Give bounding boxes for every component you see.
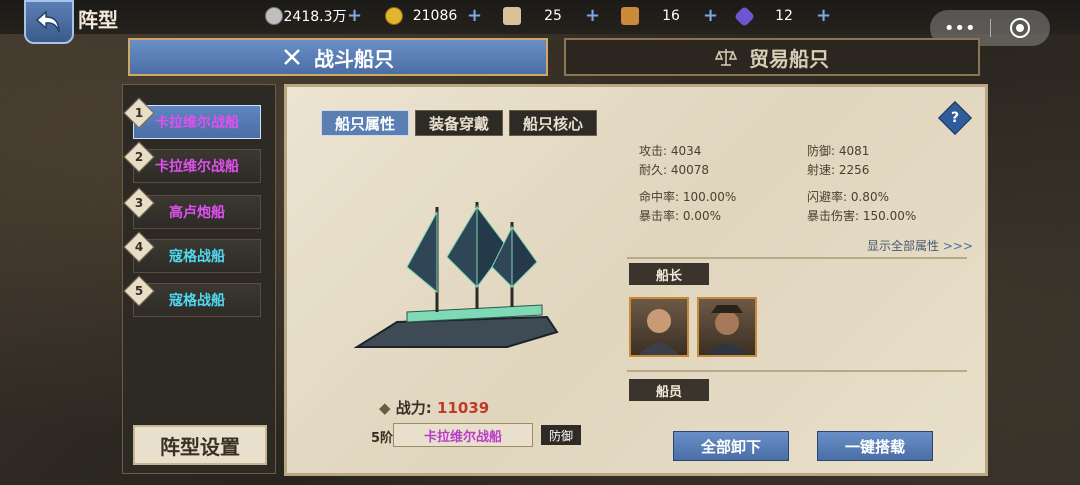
tab-equipment[interactable]: 装备穿戴 bbox=[415, 110, 503, 136]
tab-trade-ships[interactable]: 贸易船只 bbox=[564, 38, 980, 76]
ship-slot-label: 卡拉维尔战船 bbox=[155, 159, 239, 175]
power-value: 11039 bbox=[437, 399, 490, 417]
ship-slot-label: 寇格战船 bbox=[169, 293, 225, 309]
ship-slot-4[interactable]: 4 寇格战船 bbox=[123, 231, 261, 273]
slot-number-badge: 2 bbox=[123, 141, 155, 173]
ship-slot-5[interactable]: 5 寇格战船 bbox=[123, 275, 261, 317]
map-value: 16 bbox=[662, 8, 680, 24]
stat-crit-rate: 暴击率: 0.00% bbox=[639, 209, 721, 223]
captain-label: 船长 bbox=[629, 263, 709, 285]
gold-value: 21086 bbox=[412, 8, 458, 24]
ship-slot-1[interactable]: 1 卡拉维尔战船 bbox=[123, 97, 261, 139]
ship-slot-label: 寇格战船 bbox=[169, 249, 225, 265]
help-icon[interactable]: ? bbox=[938, 101, 972, 135]
ship-slot-3[interactable]: 3 高卢炮船 bbox=[123, 187, 261, 229]
captain-avatar-icon bbox=[707, 305, 747, 355]
unload-all-button[interactable]: 全部卸下 bbox=[673, 431, 789, 461]
stat-attack: 攻击: 4034 bbox=[639, 144, 702, 158]
slot-number-badge: 3 bbox=[123, 187, 155, 219]
show-all-attributes-link[interactable]: 显示全部属性 >>> bbox=[867, 237, 973, 254]
ship-slot-label: 卡拉维尔战船 bbox=[155, 115, 239, 131]
ship-tier: 5阶 bbox=[371, 431, 394, 446]
tab-trade-label: 贸易船只 bbox=[749, 46, 829, 71]
formation-settings-button[interactable]: 阵型设置 bbox=[133, 425, 267, 465]
more-menu-icon[interactable]: ••• bbox=[930, 18, 990, 39]
tab-battle-ships[interactable]: 战斗船只 bbox=[128, 38, 548, 76]
combat-power: ◆ 战力: 11039 bbox=[379, 397, 489, 418]
crossed-swords-icon bbox=[284, 49, 300, 65]
map-resource: 16 + bbox=[621, 5, 718, 27]
slot-number-badge: 4 bbox=[123, 231, 155, 263]
treasure-map-icon bbox=[621, 7, 639, 25]
stat-range: 射速: 2256 bbox=[807, 163, 870, 177]
gem-resource: 12 + bbox=[733, 5, 831, 27]
slot-number-badge: 5 bbox=[123, 275, 155, 307]
selected-ship-name: 卡拉维尔战船 bbox=[393, 423, 533, 447]
stat-hit-rate: 命中率: 100.00% bbox=[639, 190, 737, 204]
add-scroll-icon[interactable]: + bbox=[585, 7, 600, 25]
close-target-icon[interactable] bbox=[990, 17, 1050, 39]
add-gold-icon[interactable]: + bbox=[467, 7, 482, 25]
captain-divider bbox=[627, 257, 967, 259]
stat-dodge-rate: 闪避率: 0.80% bbox=[807, 190, 889, 204]
show-all-label: 显示全部属性 bbox=[867, 239, 940, 253]
silver-coin-icon bbox=[265, 7, 283, 25]
captain-portrait-2[interactable] bbox=[697, 297, 757, 357]
crew-label: 船员 bbox=[629, 379, 709, 401]
double-chevron-right-icon: >>> bbox=[942, 239, 974, 253]
gold-coin-icon bbox=[385, 7, 403, 25]
stat-defense: 防御: 4081 bbox=[807, 144, 870, 158]
back-button[interactable] bbox=[24, 0, 74, 44]
silver-resource: 2418.3万 + bbox=[265, 5, 362, 27]
page-title: 阵型 bbox=[78, 8, 118, 32]
crew-divider bbox=[627, 370, 967, 372]
scroll-value: 25 bbox=[544, 8, 562, 24]
ship-detail-panel: 船只属性 装备穿戴 船只核心 ? 攻击: 4034 防御: 4081 耐久: 4… bbox=[284, 84, 988, 476]
ship-slot-2[interactable]: 2 卡拉维尔战船 bbox=[123, 141, 261, 183]
add-map-icon[interactable]: + bbox=[703, 7, 718, 25]
stat-durability: 耐久: 40078 bbox=[639, 163, 710, 177]
tab-ship-attributes[interactable]: 船只属性 bbox=[321, 110, 409, 136]
ship-list-panel: 1 卡拉维尔战船 2 卡拉维尔战船 3 高卢炮船 4 寇格战船 5 寇格战船 阵… bbox=[122, 84, 276, 474]
slot-number-badge: 1 bbox=[123, 97, 155, 129]
stat-crit-damage: 暴击伤害: 150.00% bbox=[807, 209, 917, 223]
role-badge: 防御 bbox=[541, 425, 581, 445]
tab-ship-core[interactable]: 船只核心 bbox=[509, 110, 597, 136]
tab-battle-label: 战斗船只 bbox=[314, 46, 394, 71]
scales-icon bbox=[715, 49, 737, 66]
captain-portrait-1[interactable] bbox=[629, 297, 689, 357]
add-gem-icon[interactable]: + bbox=[816, 7, 831, 25]
silver-value: 2418.3万 bbox=[283, 9, 347, 25]
one-click-load-button[interactable]: 一键搭载 bbox=[817, 431, 933, 461]
power-diamond-icon: ◆ bbox=[379, 399, 391, 417]
add-silver-icon[interactable]: + bbox=[347, 7, 362, 25]
back-arrow-icon bbox=[35, 10, 60, 33]
scroll-icon bbox=[503, 7, 521, 25]
gold-resource: 21086 + bbox=[385, 5, 482, 27]
scroll-resource: 25 + bbox=[503, 5, 600, 27]
power-label: 战力: bbox=[395, 399, 432, 417]
captain-avatar-icon bbox=[639, 309, 679, 355]
gem-value: 12 bbox=[775, 8, 793, 24]
ship-slot-label: 高卢炮船 bbox=[169, 205, 225, 221]
ship-illustration bbox=[353, 202, 559, 348]
